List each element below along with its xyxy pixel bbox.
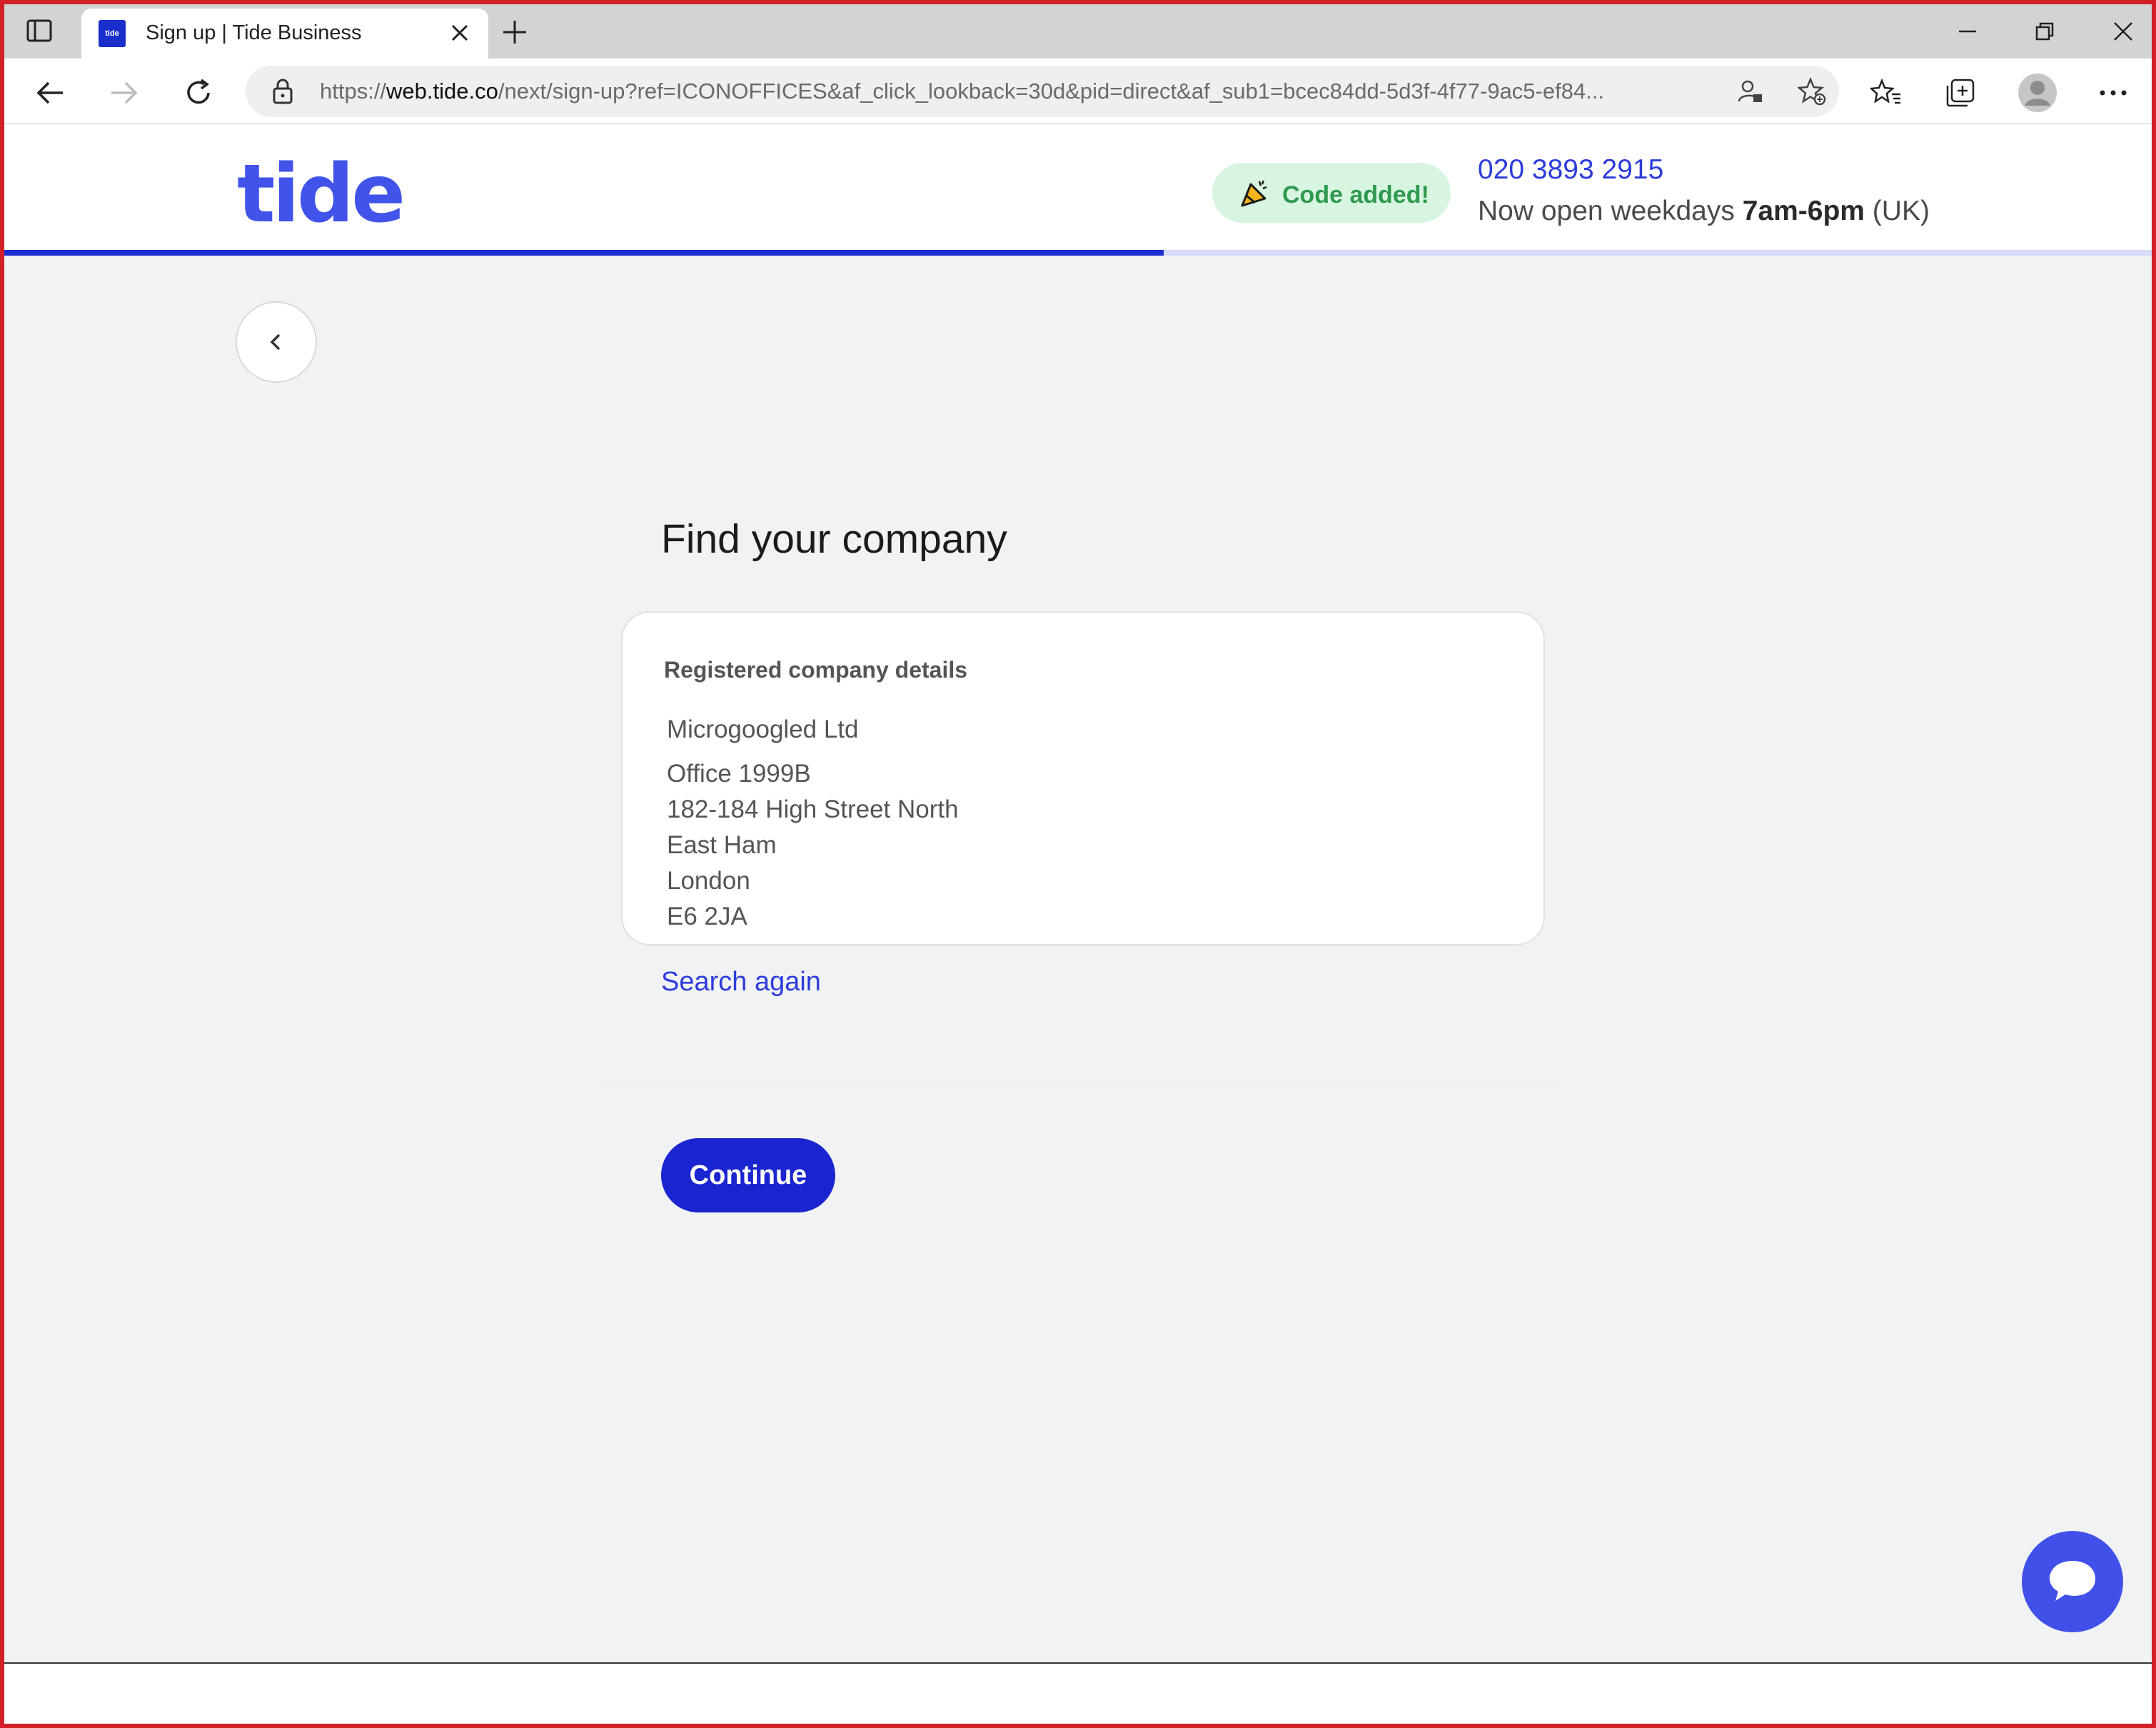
new-tab-icon[interactable] xyxy=(497,14,533,50)
party-popper-icon xyxy=(1241,180,1267,207)
progress-bar-fill xyxy=(4,250,1164,256)
favorites-icon[interactable] xyxy=(1866,73,1906,113)
forward-arrow-icon[interactable] xyxy=(104,73,144,113)
chat-bubble-icon xyxy=(2050,1561,2095,1601)
tide-logo[interactable]: tide xyxy=(237,154,405,234)
back-button[interactable] xyxy=(236,301,317,383)
url-text[interactable]: https://web.tide.co/next/sign-up?ref=ICO… xyxy=(320,79,1776,104)
address-line: 182-184 High Street North xyxy=(667,795,959,823)
address-line: London xyxy=(667,867,750,895)
bottom-bar xyxy=(4,1662,2152,1724)
collections-icon[interactable] xyxy=(1940,73,1980,113)
phone-number-link[interactable]: 020 3893 2915 xyxy=(1478,154,1663,186)
browser-toolbar: https://web.tide.co/next/sign-up?ref=ICO… xyxy=(4,59,2152,124)
page-title: Find your company xyxy=(661,516,1007,562)
badge-text: Code added! xyxy=(1282,181,1429,209)
continue-button[interactable]: Continue xyxy=(661,1138,835,1212)
tide-favicon-icon: tide xyxy=(99,20,126,47)
lock-icon[interactable] xyxy=(268,77,297,106)
address-line: Office 1999B xyxy=(667,760,811,788)
close-window-icon[interactable] xyxy=(2102,11,2145,51)
site-header: tide Code added! 020 3893 2915 Now open … xyxy=(4,126,2152,256)
chat-button[interactable] xyxy=(2022,1531,2123,1632)
card-heading: Registered company details xyxy=(664,657,968,683)
browser-window: tide Sign up | Tide Business https://web… xyxy=(0,0,2156,1728)
add-favorite-icon[interactable] xyxy=(1796,76,1828,107)
address-line: E6 2JA xyxy=(667,903,747,930)
active-tab[interactable]: tide Sign up | Tide Business xyxy=(81,9,488,59)
restore-icon[interactable] xyxy=(2023,11,2066,51)
minimize-icon[interactable] xyxy=(1946,11,1989,51)
address-line: East Ham xyxy=(667,831,777,859)
company-details-card: Registered company details Microgoogled … xyxy=(621,611,1545,945)
refresh-icon[interactable] xyxy=(178,73,218,113)
tab-strip: tide Sign up | Tide Business xyxy=(4,4,2152,59)
progress-bar xyxy=(4,250,2152,256)
more-menu-icon[interactable] xyxy=(2093,73,2133,113)
back-arrow-icon[interactable] xyxy=(30,73,70,113)
tab-actions-icon[interactable] xyxy=(24,16,54,46)
profile-lock-icon[interactable] xyxy=(1735,76,1766,107)
divider xyxy=(601,1087,1566,1088)
chevron-left-icon xyxy=(270,333,281,351)
company-name: Microgoogled Ltd xyxy=(667,715,859,743)
tab-title: Sign up | Tide Business xyxy=(146,21,362,44)
close-tab-icon[interactable] xyxy=(445,19,474,47)
opening-hours: Now open weekdays 7am-6pm (UK) xyxy=(1478,196,1930,226)
code-added-badge: Code added! xyxy=(1212,163,1451,223)
profile-avatar-icon[interactable] xyxy=(2018,73,2057,113)
address-bar[interactable]: https://web.tide.co/next/sign-up?ref=ICO… xyxy=(246,66,1839,117)
search-again-link[interactable]: Search again xyxy=(661,967,821,998)
page-content: tide Code added! 020 3893 2915 Now open … xyxy=(4,126,2152,1662)
